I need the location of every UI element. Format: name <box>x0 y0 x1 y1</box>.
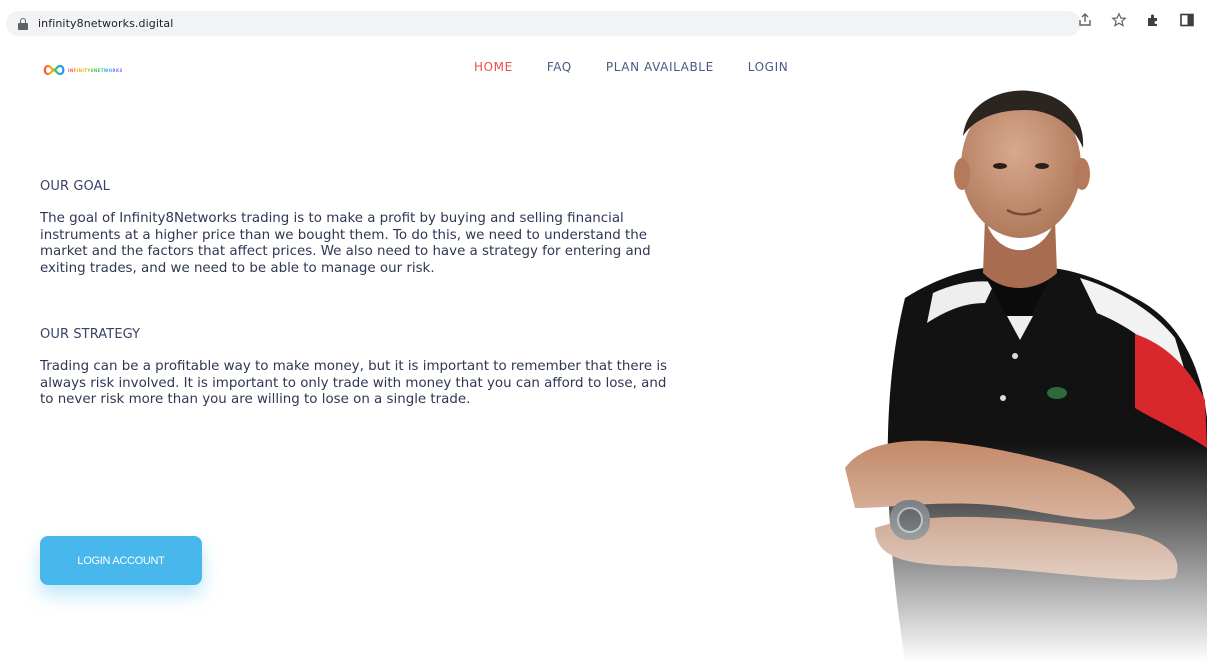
browser-toolbar: infinity8networks.digital <box>0 0 1207 40</box>
goal-body: The goal of Infinity8Networks trading is… <box>40 211 651 276</box>
sidepanel-icon[interactable] <box>1179 12 1195 28</box>
login-account-button[interactable]: LOGIN ACCOUNT <box>40 536 202 585</box>
browser-actions <box>1077 12 1195 28</box>
address-bar[interactable]: infinity8networks.digital <box>6 11 1081 36</box>
goal-title: OUR GOAL <box>40 179 110 194</box>
share-icon[interactable] <box>1077 12 1093 28</box>
viewport: infinity8networks.digital INFINITY8NETWO… <box>0 0 1207 662</box>
nav-login[interactable]: LOGIN <box>748 60 789 74</box>
main-nav: HOME FAQ PLAN AVAILABLE LOGIN <box>474 60 788 74</box>
portrait-image <box>835 88 1207 662</box>
strategy-title: OUR STRATEGY <box>40 327 141 342</box>
logo-text: INFINITY8NETWORKS <box>68 67 123 73</box>
extensions-icon[interactable] <box>1145 12 1161 28</box>
url-text: infinity8networks.digital <box>38 17 174 30</box>
site-logo[interactable]: INFINITY8NETWORKS <box>42 64 123 76</box>
nav-faq[interactable]: FAQ <box>547 60 572 74</box>
star-icon[interactable] <box>1111 12 1127 28</box>
infinity-logo-icon <box>43 64 65 76</box>
nav-plan-available[interactable]: PLAN AVAILABLE <box>606 60 714 74</box>
lock-icon[interactable] <box>18 17 28 30</box>
nav-home[interactable]: HOME <box>474 60 513 74</box>
strategy-body: Trading can be a profitable way to make … <box>40 359 668 407</box>
